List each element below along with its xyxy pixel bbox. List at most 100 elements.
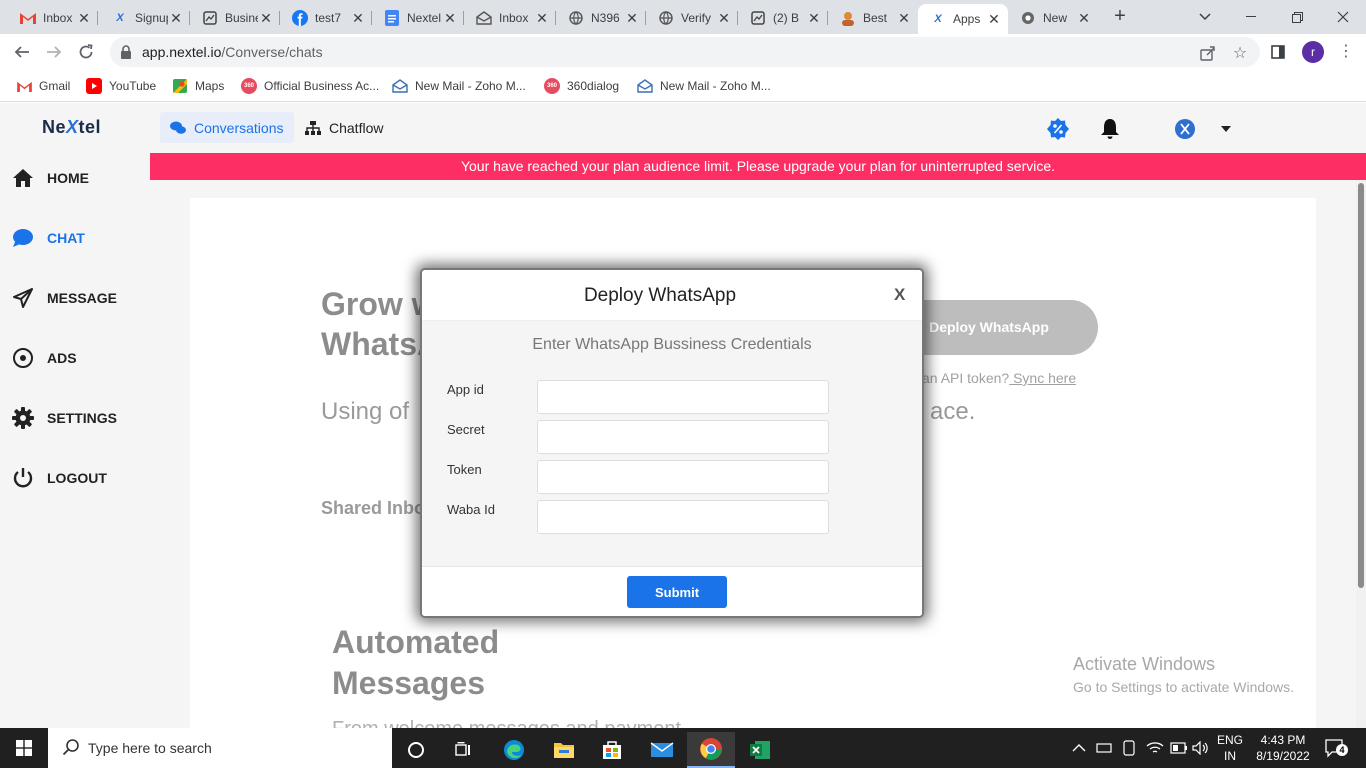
modal-close-button[interactable]: X <box>894 285 905 305</box>
browser-tab[interactable]: Best ✕ <box>828 4 918 32</box>
star-icon[interactable]: ☆ <box>1230 43 1250 63</box>
browser-tab[interactable]: X Signup ✕ <box>100 4 190 32</box>
activate-windows-sub: Go to Settings to activate Windows. <box>1073 679 1294 695</box>
chrome-taskbar-icon[interactable] <box>687 732 735 768</box>
bookmark-maps[interactable]: Maps <box>172 77 224 95</box>
close-tab-icon[interactable]: ✕ <box>806 10 822 27</box>
close-tab-icon[interactable]: ✕ <box>442 10 458 27</box>
close-tab-icon[interactable]: ✕ <box>258 10 274 27</box>
tray-battery-icon[interactable] <box>1170 728 1188 768</box>
share-icon[interactable] <box>1198 43 1218 63</box>
new-tab-button[interactable]: + <box>1108 4 1132 30</box>
browser-menu-icon[interactable]: ⋮ <box>1336 41 1356 63</box>
forward-icon[interactable] <box>42 40 66 64</box>
browser-tab[interactable]: (2) B ✕ <box>738 4 828 32</box>
sidebar-item-logout[interactable]: LOGOUT <box>12 465 107 491</box>
nextel-logo[interactable]: NeXtel <box>42 117 101 138</box>
browser-tab-active[interactable]: X Apps ✕ <box>918 4 1008 34</box>
sidebar-item-home[interactable]: HOME <box>12 165 89 191</box>
mail-icon[interactable] <box>638 732 686 768</box>
side-panel-icon[interactable] <box>1268 42 1288 62</box>
tray-device-icon[interactable] <box>1122 728 1136 768</box>
profile-avatar[interactable]: r <box>1302 41 1324 63</box>
windows-start-button[interactable] <box>0 728 48 768</box>
browser-tab[interactable]: Inbox ✕ <box>464 4 556 32</box>
minimize-icon[interactable] <box>1228 0 1274 34</box>
facebook-icon <box>292 10 308 26</box>
bookmark-zoho-mail[interactable]: New Mail - Zoho M... <box>392 77 526 95</box>
excel-icon[interactable] <box>736 732 784 768</box>
close-tab-icon[interactable]: ✕ <box>76 10 92 27</box>
secret-input[interactable] <box>537 420 829 454</box>
bookmark-gmail[interactable]: Gmail <box>16 77 70 95</box>
close-tab-icon[interactable]: ✕ <box>1076 10 1092 27</box>
task-view-icon[interactable] <box>440 732 488 768</box>
activate-windows-title: Activate Windows <box>1073 654 1216 674</box>
back-icon[interactable] <box>10 40 34 64</box>
taskbar-search[interactable]: Type here to search <box>48 728 392 768</box>
discount-badge-icon[interactable] <box>1047 118 1069 140</box>
close-tab-icon[interactable]: ✕ <box>534 10 550 27</box>
deploy-whatsapp-modal: Deploy WhatsApp X Enter WhatsApp Bussine… <box>422 270 922 616</box>
tray-wifi-icon[interactable] <box>1146 728 1164 768</box>
gmail-icon <box>16 78 32 94</box>
page-scrollbar-thumb[interactable] <box>1358 183 1364 588</box>
submit-button[interactable]: Submit <box>627 576 727 608</box>
tray-chevron-icon[interactable] <box>1072 728 1086 768</box>
close-tab-icon[interactable]: ✕ <box>986 11 1002 28</box>
bookmark-official-business[interactable]: 360 Official Business Ac... <box>241 77 379 95</box>
bookmark-zoho-mail-2[interactable]: New Mail - Zoho M... <box>637 77 771 95</box>
bell-icon[interactable] <box>1099 118 1121 140</box>
store-icon[interactable] <box>588 732 636 768</box>
edge-icon[interactable] <box>490 732 538 768</box>
browser-tab[interactable]: Business ✕ <box>190 4 280 32</box>
close-tab-icon[interactable]: ✕ <box>624 10 640 27</box>
reload-icon[interactable] <box>74 40 98 64</box>
tab-chatflow[interactable]: Chatflow <box>295 112 393 143</box>
sync-hint: an API token? Sync here <box>922 370 1077 386</box>
system-clock[interactable]: 4:43 PM 8/19/2022 <box>1250 732 1316 764</box>
notification-center-icon[interactable]: 4 <box>1324 728 1348 768</box>
browser-tab[interactable]: Nextel ✕ <box>372 4 464 32</box>
sidebar-item-message[interactable]: MESSAGE <box>12 285 117 311</box>
cortana-icon[interactable] <box>392 732 440 768</box>
close-tab-icon[interactable]: ✕ <box>716 10 732 27</box>
restore-icon[interactable] <box>1274 0 1320 34</box>
sync-here-link[interactable]: Sync here <box>1009 370 1076 386</box>
sidebar-item-chat[interactable]: CHAT <box>12 225 85 251</box>
browser-tab[interactable]: Inbox ✕ <box>8 4 98 32</box>
modal-body: Enter WhatsApp Bussiness Credentials App… <box>422 321 922 566</box>
caret-down-icon[interactable] <box>1215 118 1237 140</box>
browser-tab[interactable]: N396 ✕ <box>556 4 646 32</box>
app-id-input[interactable] <box>537 380 829 414</box>
lock-icon[interactable] <box>120 45 132 59</box>
browser-tab[interactable]: Verify ✕ <box>646 4 738 32</box>
tab-conversations[interactable]: Conversations <box>160 112 294 143</box>
close-tab-icon[interactable]: ✕ <box>168 10 184 27</box>
close-tab-icon[interactable]: ✕ <box>896 10 912 27</box>
url-text: app.nextel.io/Converse/chats <box>142 44 323 60</box>
close-tab-icon[interactable]: ✕ <box>350 10 366 27</box>
close-window-icon[interactable] <box>1320 0 1366 34</box>
ads-icon <box>12 347 34 369</box>
tray-network-adapter-icon[interactable] <box>1096 728 1112 768</box>
browser-tab[interactable]: test7 ✕ <box>280 4 372 32</box>
file-explorer-icon[interactable] <box>540 732 588 768</box>
google-docs-icon <box>384 10 400 26</box>
url-omnibox[interactable]: app.nextel.io/Converse/chats ☆ <box>110 37 1260 67</box>
bookmark-youtube[interactable]: YouTube <box>86 77 156 95</box>
sidebar-item-settings[interactable]: SETTINGS <box>12 405 117 431</box>
token-input[interactable] <box>537 460 829 494</box>
sidebar-item-ads[interactable]: ADS <box>12 345 77 371</box>
tab-search-icon[interactable] <box>1182 0 1228 34</box>
nextel-icon: X <box>116 12 124 24</box>
browser-tab[interactable]: New ✕ <box>1008 4 1098 32</box>
tray-volume-icon[interactable] <box>1192 728 1210 768</box>
bookmark-360dialog[interactable]: 360 360dialog <box>544 77 619 95</box>
globe-icon <box>658 10 674 26</box>
avatar-icon <box>840 10 856 26</box>
waba-id-input[interactable] <box>537 500 829 534</box>
automated-messages-heading: Automated Messages <box>332 624 500 701</box>
user-avatar[interactable] <box>1174 118 1196 140</box>
input-language[interactable]: ENG IN <box>1212 732 1248 764</box>
